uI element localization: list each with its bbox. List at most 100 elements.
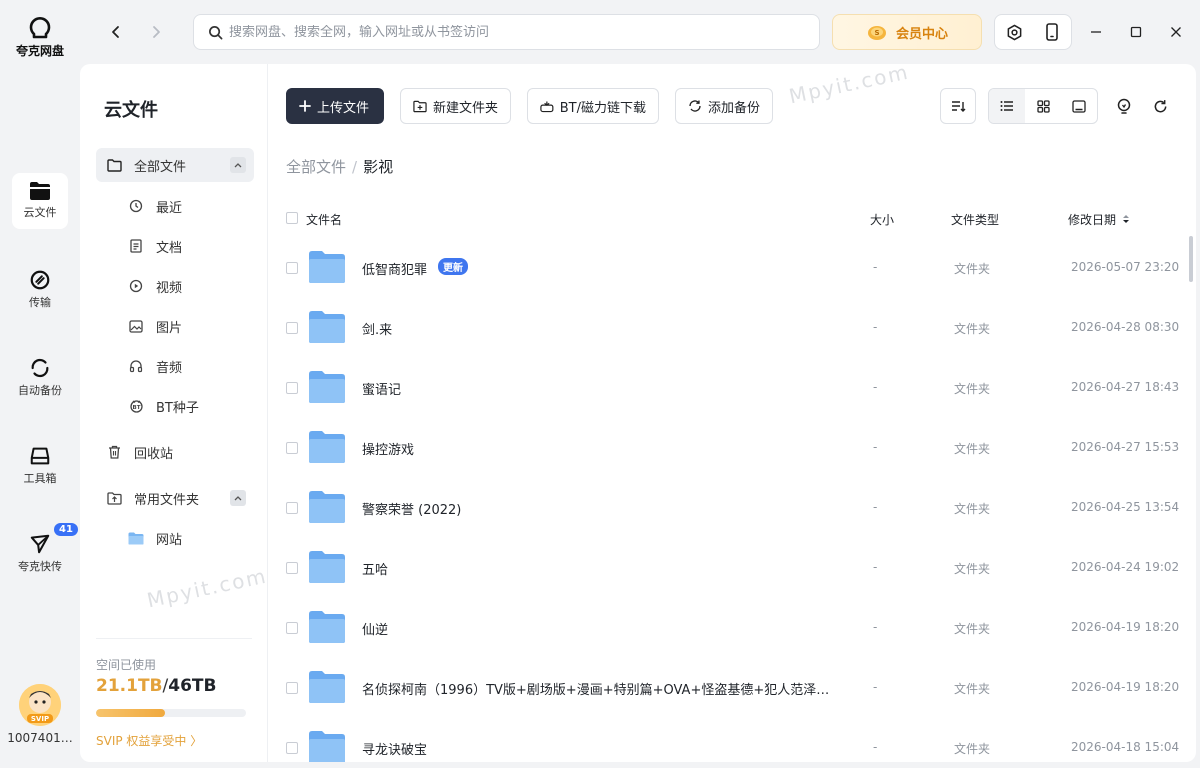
collapse-button[interactable] [230,157,246,173]
folder-outline-icon [106,158,122,172]
add-backup-button[interactable]: 添加备份 [675,88,773,124]
list-view-button[interactable] [989,89,1025,123]
gear-icon [1007,24,1021,40]
row-checkbox[interactable] [286,502,298,514]
sidebar-item-trash[interactable]: 回收站 [96,435,254,469]
list-icon [1000,101,1013,111]
grid-view-button[interactable] [1025,89,1061,123]
vip-center-button[interactable]: S 会员中心 [832,14,982,50]
search-box[interactable] [193,14,820,50]
user-id: 1007401… [7,731,73,745]
rail-label: 夸克快传 [18,560,62,573]
sidebar-item-bt[interactable]: BT BT种子 [96,389,254,423]
table-row[interactable]: 警察荣誉 (2022) - 文件夹 2026-04-25 13:54 [286,478,1180,538]
table-row[interactable]: 寻龙诀破宝 - 文件夹 2026-04-18 15:04 [286,718,1179,762]
send-icon [30,534,50,554]
grid-icon [1036,99,1050,113]
rail-quick-send[interactable]: 41 夸克快传 [12,521,80,581]
tips-button[interactable] [1112,94,1136,118]
sidebar-item-website[interactable]: 网站 [96,521,254,555]
breadcrumb-separator: / [352,158,358,176]
sidebar-item-all-files[interactable]: 全部文件 [96,148,254,182]
quark-logo-icon [29,17,51,39]
bt-download-button[interactable]: BT/磁力链下载 [527,88,659,124]
app-logo[interactable]: 夸克网盘 [0,12,80,59]
column-size[interactable]: 大小 [870,211,894,228]
table-row[interactable]: 低智商犯罪 - 文件夹 2026-05-07 23:20 更新 [286,238,1179,298]
column-date[interactable]: 修改日期 [1068,211,1130,228]
mobile-button[interactable] [1033,15,1071,49]
svip-benefits-link[interactable]: SVIP 权益享受中 〉 [96,732,202,749]
back-button[interactable] [104,20,128,44]
table-row[interactable]: 五哈 - 文件夹 2026-04-24 19:02 [286,538,1180,598]
search-input[interactable] [229,24,789,40]
rail-label: 自动备份 [18,384,62,397]
table-header: 文件名 大小 文件类型 修改日期 [286,206,1176,230]
preview-view-button[interactable] [1061,89,1097,123]
rail-toolbox[interactable]: 工具箱 [12,437,68,493]
sort-button[interactable] [940,88,976,124]
row-checkbox[interactable] [286,622,298,634]
sidebar-item-images[interactable]: 图片 [96,309,254,343]
rail-cloud-files[interactable]: 云文件 [12,173,68,229]
scrollbar-thumb[interactable] [1189,236,1193,282]
row-checkbox[interactable] [286,682,298,694]
close-icon [1171,27,1181,37]
sidebar-item-label: BT种子 [156,400,199,416]
minimize-button[interactable] [1084,20,1108,44]
toolbox-icon [30,447,50,465]
file-date: 2026-04-19 18:20 [1071,680,1180,694]
sidebar-item-audio[interactable]: 音频 [96,349,254,383]
new-folder-icon [413,100,427,112]
sidebar-item-label: 文档 [156,240,183,256]
bt-icon: BT [129,400,143,413]
column-type[interactable]: 文件类型 [951,211,999,228]
file-sidebar: 云文件 全部文件 最近 文档 视频 图片 音频 BT BT种子 回收站 常用文件… [80,64,268,762]
file-name: 寻龙诀破宝 [362,743,428,758]
table-row[interactable]: 名侦探柯南（1996）TV版+剧场版+漫画+特别篇+OVA+怪盗基德+犯人范泽先… [286,658,1180,718]
breadcrumb-root[interactable]: 全部文件 [286,158,346,176]
maximize-button[interactable] [1124,20,1148,44]
row-checkbox[interactable] [286,262,298,274]
sidebar-item-docs[interactable]: 文档 [96,229,254,263]
table-row[interactable]: 操控游戏 - 文件夹 2026-04-27 15:53 [286,418,1179,478]
play-circle-icon [129,279,143,293]
file-date: 2026-04-27 18:43 [1071,380,1180,394]
file-type: 文件夹 [954,442,991,456]
close-button[interactable] [1164,20,1188,44]
file-type: 文件夹 [954,502,991,516]
file-size: - [873,680,878,694]
breadcrumb: 全部文件 / 影视 [286,156,393,177]
rail-backup[interactable]: 自动备份 [12,349,68,405]
image-icon [129,319,143,333]
avatar[interactable]: SVIP [19,684,61,726]
collapse-button[interactable] [230,490,246,506]
sidebar-item-videos[interactable]: 视频 [96,269,254,303]
refresh-button[interactable] [1148,94,1172,118]
rail-transfer[interactable]: 传输 [12,261,68,317]
row-checkbox[interactable] [286,322,298,334]
row-checkbox[interactable] [286,382,298,394]
row-checkbox[interactable] [286,742,298,754]
new-folder-button[interactable]: 新建文件夹 [400,88,511,124]
table-row[interactable]: 仙逆 - 文件夹 2026-04-19 18:20 [286,598,1179,658]
divider [96,638,252,639]
row-checkbox[interactable] [286,442,298,454]
settings-button[interactable] [995,15,1033,49]
space-progress-fill [96,709,165,717]
upload-button[interactable]: 上传文件 [286,88,384,124]
table-row[interactable]: 蜜语记 - 文件夹 2026-04-27 18:43 [286,358,1180,418]
row-checkbox[interactable] [286,562,298,574]
rail-label: 工具箱 [23,472,57,485]
file-name: 操控游戏 [362,443,415,458]
forward-button[interactable] [144,20,168,44]
unread-badge: 41 [52,521,80,538]
sidebar-item-recent[interactable]: 最近 [96,189,254,223]
sidebar-item-favorites[interactable]: 常用文件夹 [96,481,254,515]
file-date: 2026-04-24 19:02 [1071,560,1180,574]
transfer-icon [30,270,50,290]
file-date: 2026-04-25 13:54 [1071,500,1180,514]
table-row[interactable]: 剑.来 - 文件夹 2026-04-28 08:30 [286,298,1179,358]
column-name[interactable]: 文件名 [306,211,342,228]
select-all-checkbox[interactable] [286,212,298,224]
